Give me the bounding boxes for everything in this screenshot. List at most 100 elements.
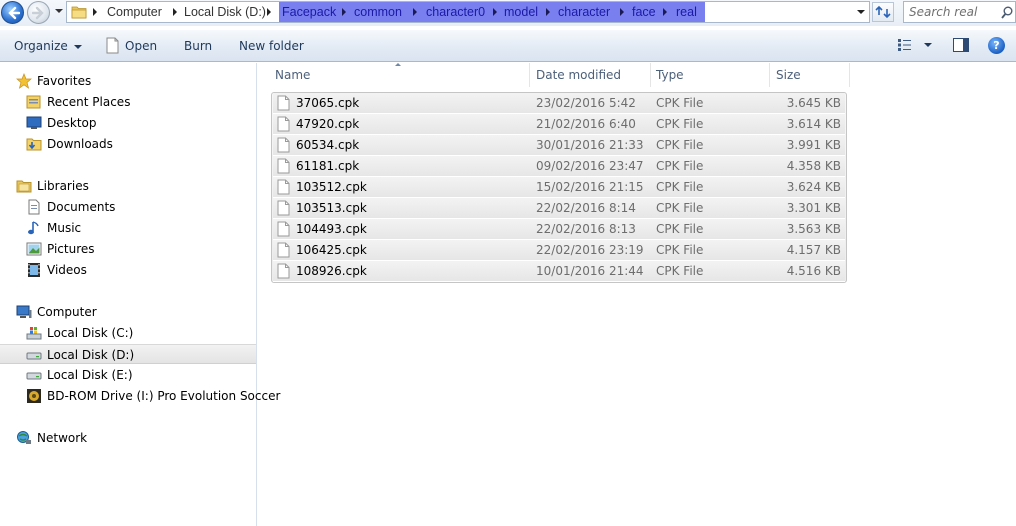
table-row[interactable]: 108926.cpk 10/01/2016 21:44 CPK File 4.5… [273, 261, 845, 282]
breadcrumb-label: character0 [426, 5, 486, 19]
breadcrumb-separator-icon[interactable] [546, 8, 550, 16]
table-row[interactable]: 104493.cpk 22/02/2016 8:13 CPK File 3.56… [273, 219, 845, 240]
computer-icon [16, 305, 32, 318]
breadcrumb-facepack[interactable]: Facepack [282, 2, 336, 22]
breadcrumb-model[interactable]: model [504, 2, 538, 22]
sidebar-group-label: Favorites [37, 74, 92, 88]
sidebar-item-music[interactable]: Music [26, 218, 246, 238]
sidebar-item-libraries[interactable]: Libraries [16, 176, 246, 196]
refresh-button[interactable] [872, 2, 894, 22]
address-history-dropdown-icon[interactable] [857, 10, 865, 14]
recent-pages-dropdown-icon[interactable] [55, 9, 63, 13]
sidebar-item-pictures[interactable]: Pictures [26, 239, 246, 259]
file-type: CPK File [656, 159, 704, 173]
file-size: 4.358 KB [786, 159, 841, 173]
file-icon [277, 242, 290, 258]
breadcrumb-separator-icon[interactable] [93, 8, 97, 16]
view-options-icon[interactable] [898, 39, 914, 51]
breadcrumb-separator-icon[interactable] [413, 8, 417, 16]
breadcrumb-separator-icon[interactable] [620, 8, 624, 16]
column-header-type[interactable]: Type [651, 63, 770, 87]
breadcrumb-character[interactable]: character [558, 2, 610, 22]
preview-pane-icon[interactable] [953, 38, 969, 52]
sidebar-item-local-disk-c[interactable]: Local Disk (C:) [26, 323, 246, 343]
file-size: 3.301 KB [786, 201, 841, 215]
table-row[interactable]: 60534.cpk 30/01/2016 21:33 CPK File 3.99… [273, 135, 845, 156]
new-folder-button[interactable]: New folder [239, 38, 304, 54]
sidebar-group-label: Libraries [37, 179, 89, 193]
breadcrumb-separator-icon[interactable] [173, 8, 177, 16]
table-row[interactable]: 61181.cpk 09/02/2016 23:47 CPK File 4.35… [273, 156, 845, 177]
table-row[interactable]: 47920.cpk 21/02/2016 6:40 CPK File 3.614… [273, 114, 845, 135]
open-button[interactable]: Open [125, 38, 157, 54]
search-input[interactable] [909, 4, 997, 20]
breadcrumb-separator-icon[interactable] [342, 8, 346, 16]
forward-button[interactable] [27, 1, 50, 24]
breadcrumb-face[interactable]: face [632, 2, 656, 22]
sidebar-item-favorites[interactable]: Favorites [16, 71, 246, 91]
column-header-date-modified[interactable]: Date modified [531, 63, 651, 87]
address-selection[interactable]: Facepack common character0 model charact… [279, 2, 705, 22]
sidebar-item-label: Music [47, 221, 82, 235]
column-header-label: Name [275, 68, 311, 82]
breadcrumb-label: real [676, 5, 697, 19]
sidebar-item-documents[interactable]: Documents [26, 197, 246, 217]
file-date: 15/02/2016 21:15 [536, 180, 644, 194]
table-row[interactable]: 103513.cpk 22/02/2016 8:14 CPK File 3.30… [273, 198, 845, 219]
sidebar-item-desktop[interactable]: Desktop [26, 113, 246, 133]
recent-places-icon [26, 95, 41, 109]
file-name: 108926.cpk [296, 264, 367, 278]
sidebar-item-local-disk-e[interactable]: Local Disk (E:) [26, 365, 246, 385]
sidebar-group-label: Computer [37, 305, 97, 319]
file-icon [277, 263, 290, 279]
breadcrumb-separator-icon[interactable] [663, 8, 667, 16]
address-row: Computer Local Disk (D:) Facepack common… [0, 0, 1016, 26]
file-icon [277, 116, 290, 132]
file-name: 104493.cpk [296, 222, 367, 236]
search-icon[interactable] [1001, 6, 1013, 19]
sidebar-item-computer[interactable]: Computer [16, 302, 246, 322]
column-header-name[interactable]: Name [270, 63, 530, 87]
file-date: 21/02/2016 6:40 [536, 117, 636, 131]
burn-label: Burn [184, 39, 213, 53]
breadcrumb-computer[interactable]: Computer [107, 2, 162, 22]
table-row[interactable]: 37065.cpk 23/02/2016 5:42 CPK File 3.645… [273, 93, 845, 114]
sidebar-item-label: Local Disk (E:) [47, 368, 133, 382]
sidebar-item-label: Videos [47, 263, 87, 277]
sidebar-item-label: BD-ROM Drive (I:) Pro Evolution Soccer [47, 389, 281, 403]
address-bar[interactable]: Computer Local Disk (D:) Facepack common… [66, 1, 870, 23]
organize-button[interactable]: Organize [14, 38, 82, 54]
file-name: 60534.cpk [296, 138, 360, 152]
sidebar-item-label: Desktop [47, 116, 97, 130]
file-date: 10/01/2016 21:44 [536, 264, 644, 278]
file-icon [277, 179, 290, 195]
breadcrumb-separator-icon[interactable] [493, 8, 497, 16]
file-size: 3.645 KB [786, 96, 841, 110]
column-header-size[interactable]: Size [771, 63, 850, 87]
sidebar-item-videos[interactable]: Videos [26, 260, 246, 280]
sidebar-item-recent-places[interactable]: Recent Places [26, 92, 246, 112]
hard-drive-icon [26, 352, 42, 360]
burn-button[interactable]: Burn [184, 38, 212, 54]
search-box[interactable] [903, 1, 1016, 23]
breadcrumb-common[interactable]: common [354, 2, 402, 22]
file-size: 4.157 KB [786, 243, 841, 257]
table-row[interactable]: 103512.cpk 15/02/2016 21:15 CPK File 3.6… [273, 177, 845, 198]
back-button[interactable] [1, 1, 24, 24]
table-row[interactable]: 106425.cpk 22/02/2016 23:19 CPK File 4.1… [273, 240, 845, 261]
sidebar-item-bd-rom-drive[interactable]: BD-ROM Drive (I:) Pro Evolution Soccer [26, 386, 280, 406]
file-date: 22/02/2016 23:19 [536, 243, 644, 257]
help-icon[interactable]: ? [988, 37, 1005, 54]
sidebar-item-label: Downloads [47, 137, 113, 151]
sidebar-item-network[interactable]: Network [16, 428, 246, 448]
breadcrumb-separator-icon[interactable] [267, 8, 271, 16]
breadcrumb-real[interactable]: real [676, 2, 697, 22]
sidebar-item-downloads[interactable]: Downloads [26, 134, 246, 154]
breadcrumb-local-disk-d[interactable]: Local Disk (D:) [184, 2, 266, 22]
view-dropdown-icon[interactable] [924, 43, 932, 47]
file-type: CPK File [656, 243, 704, 257]
sidebar-item-label: Local Disk (D:) [47, 348, 135, 362]
file-date: 09/02/2016 23:47 [536, 159, 644, 173]
sidebar-item-local-disk-d[interactable]: Local Disk (D:) [0, 344, 256, 364]
breadcrumb-character0[interactable]: character0 [426, 2, 485, 22]
